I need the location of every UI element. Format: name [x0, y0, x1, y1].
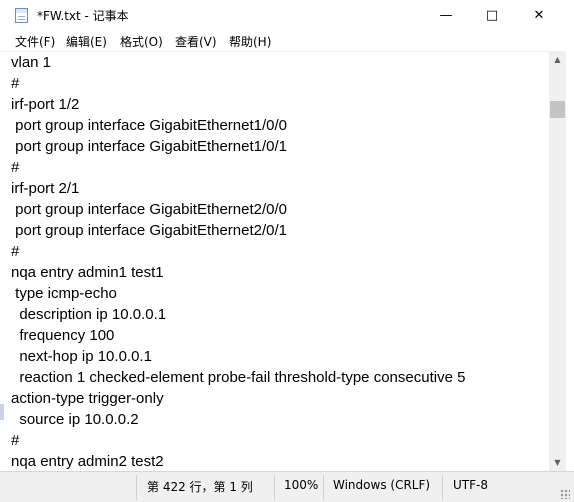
text-line[interactable]: port group interface GigabitEthernet1/0/…	[11, 115, 287, 136]
scroll-up-icon[interactable]: ▲	[549, 51, 566, 68]
menu-help[interactable]: 帮助(H)	[229, 33, 271, 50]
text-line[interactable]: nqa entry admin2 test2	[11, 451, 164, 471]
text-line[interactable]: #	[11, 430, 19, 451]
notepad-window: *FW.txt - 记事本 — □ ✕ 文件(F) 编辑(E) 格式(O) 查看…	[0, 0, 574, 502]
text-line[interactable]: irf-port 2/1	[11, 178, 79, 199]
vertical-scrollbar[interactable]: ▲ ▼	[549, 51, 566, 471]
text-line[interactable]: frequency 100	[11, 325, 114, 346]
text-line[interactable]: port group interface GigabitEthernet2/0/…	[11, 199, 287, 220]
text-line[interactable]: next-hop ip 10.0.0.1	[11, 346, 152, 367]
zoom-level: 100%	[284, 478, 319, 492]
menu-format[interactable]: 格式(O)	[120, 33, 163, 50]
text-line[interactable]: #	[11, 73, 19, 94]
text-line[interactable]: port group interface GigabitEthernet1/0/…	[11, 136, 287, 157]
text-line[interactable]: source ip 10.0.0.2	[11, 409, 138, 430]
text-line[interactable]: #	[11, 157, 19, 178]
line-ending: Windows (CRLF)	[333, 478, 431, 492]
status-divider	[274, 475, 275, 500]
text-line[interactable]: reaction 1 checked-element probe-fail th…	[11, 367, 465, 388]
window-title: *FW.txt - 记事本	[37, 9, 129, 23]
text-line[interactable]: irf-port 1/2	[11, 94, 79, 115]
offscreen-window-edge	[0, 404, 4, 420]
menu-file[interactable]: 文件(F)	[15, 33, 55, 50]
text-line[interactable]: description ip 10.0.0.1	[11, 304, 166, 325]
text-line[interactable]: action-type trigger-only	[11, 388, 164, 409]
scroll-thumb[interactable]	[550, 101, 565, 118]
encoding: UTF-8	[453, 478, 488, 492]
title-bar[interactable]: *FW.txt - 记事本 — □ ✕	[0, 0, 574, 31]
status-bar: 第 422 行，第 1 列 100% Windows (CRLF) UTF-8	[0, 471, 574, 502]
text-line[interactable]: type icmp-echo	[11, 283, 117, 304]
scroll-down-icon[interactable]: ▼	[549, 454, 566, 471]
status-divider	[136, 475, 137, 500]
menu-view[interactable]: 查看(V)	[175, 33, 217, 50]
notepad-icon	[15, 8, 28, 23]
cursor-position: 第 422 行，第 1 列	[147, 480, 253, 494]
menu-edit[interactable]: 编辑(E)	[66, 33, 107, 50]
text-line[interactable]: #	[11, 241, 19, 262]
status-divider	[442, 475, 443, 500]
text-line[interactable]: nqa entry admin1 test1	[11, 262, 164, 283]
menu-bar: 文件(F) 编辑(E) 格式(O) 查看(V) 帮助(H)	[0, 31, 574, 51]
resize-grip-icon[interactable]	[560, 489, 570, 499]
minimize-button[interactable]: —	[423, 0, 469, 31]
maximize-button[interactable]: □	[469, 0, 515, 31]
text-line[interactable]: vlan 1	[11, 52, 51, 73]
text-editor[interactable]: vlan 1 # irf-port 1/2 port group interfa…	[0, 51, 549, 471]
text-line[interactable]: port group interface GigabitEthernet2/0/…	[11, 220, 287, 241]
close-button[interactable]: ✕	[516, 0, 562, 31]
status-divider	[323, 475, 324, 500]
